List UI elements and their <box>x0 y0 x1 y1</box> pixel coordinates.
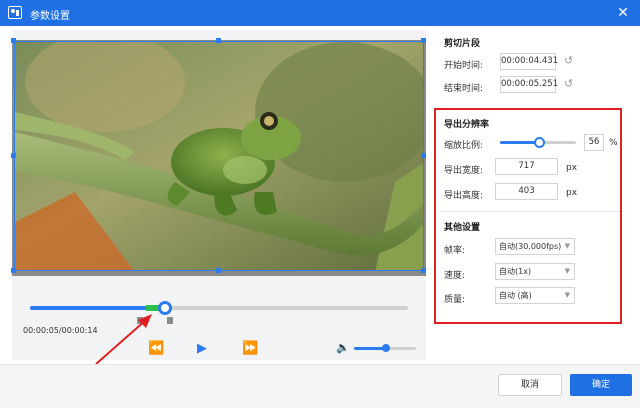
height-label: 导出高度: <box>444 191 484 201</box>
speed-select[interactable]: 自动(1x) ▼ <box>495 263 575 280</box>
volume-icon[interactable]: 🔈 <box>336 341 350 354</box>
crop-handle-tl[interactable] <box>11 38 16 43</box>
chevron-down-icon: ▼ <box>564 291 570 299</box>
fps-value: 自动(30.000fps) <box>499 242 562 251</box>
quality-select[interactable]: 自动 (高) ▼ <box>495 287 575 304</box>
fps-select[interactable]: 自动(30.000fps) ▼ <box>495 238 575 255</box>
fps-label: 帧率: <box>444 246 466 256</box>
width-input[interactable]: 717 <box>495 158 558 175</box>
crop-handle-top[interactable] <box>216 38 221 43</box>
reset-end-icon[interactable]: ↺ <box>564 77 573 90</box>
height-input[interactable]: 403 <box>495 183 558 200</box>
timecode: 00:00:05/00:00:14 <box>23 326 98 335</box>
width-unit: px <box>566 163 578 173</box>
reset-start-icon[interactable]: ↺ <box>564 54 573 67</box>
percent-unit: % <box>609 138 618 148</box>
height-unit: px <box>566 188 578 198</box>
speed-label: 速度: <box>444 271 466 281</box>
video-preview[interactable] <box>14 41 424 271</box>
chevron-down-icon: ▼ <box>564 242 570 250</box>
start-time-label: 开始时间: <box>444 61 484 71</box>
volume-knob[interactable] <box>382 344 390 352</box>
crop-handle-br[interactable] <box>421 268 426 273</box>
crop-handle-bottom[interactable] <box>216 268 221 273</box>
cancel-button[interactable]: 取消 <box>498 374 562 396</box>
clip-end-marker[interactable] <box>167 317 173 324</box>
window-title: 参数设置 <box>30 11 70 22</box>
close-button[interactable]: ✕ <box>614 4 632 22</box>
scale-input[interactable]: 56 <box>584 134 604 151</box>
clip-section-title: 剪切片段 <box>444 39 481 49</box>
speed-value: 自动(1x) <box>499 267 532 276</box>
crop-handle-left[interactable] <box>11 153 16 158</box>
crop-handle-right[interactable] <box>421 153 426 158</box>
annotation-arrow <box>95 314 152 365</box>
playhead-handle[interactable] <box>158 301 172 315</box>
scale-knob[interactable] <box>534 137 545 148</box>
play-icon[interactable]: ▶ <box>197 342 207 356</box>
quality-value: 自动 (高) <box>499 291 532 300</box>
end-time-label: 结束时间: <box>444 84 484 94</box>
ok-button[interactable]: 确定 <box>570 374 632 396</box>
frog-image <box>15 42 423 270</box>
title-bar: 参数设置 ✕ <box>0 0 640 26</box>
chevron-down-icon: ▼ <box>564 267 570 275</box>
rewind-icon[interactable]: ⏪ <box>148 342 164 356</box>
width-label: 导出宽度: <box>444 166 484 176</box>
forward-icon[interactable]: ⏩ <box>242 342 258 356</box>
quality-label: 质量: <box>444 295 466 305</box>
export-section-title: 导出分辨率 <box>444 120 490 130</box>
other-section-title: 其他设置 <box>444 223 481 233</box>
start-time-input[interactable]: 00:00:04.431 <box>500 53 558 70</box>
divider <box>440 211 620 212</box>
crop-handle-bl[interactable] <box>11 268 16 273</box>
scale-label: 缩放比例: <box>444 141 484 151</box>
crop-handle-tr[interactable] <box>421 38 426 43</box>
app-icon <box>8 6 22 19</box>
end-time-input[interactable]: 00:00:05.251 <box>500 76 558 93</box>
